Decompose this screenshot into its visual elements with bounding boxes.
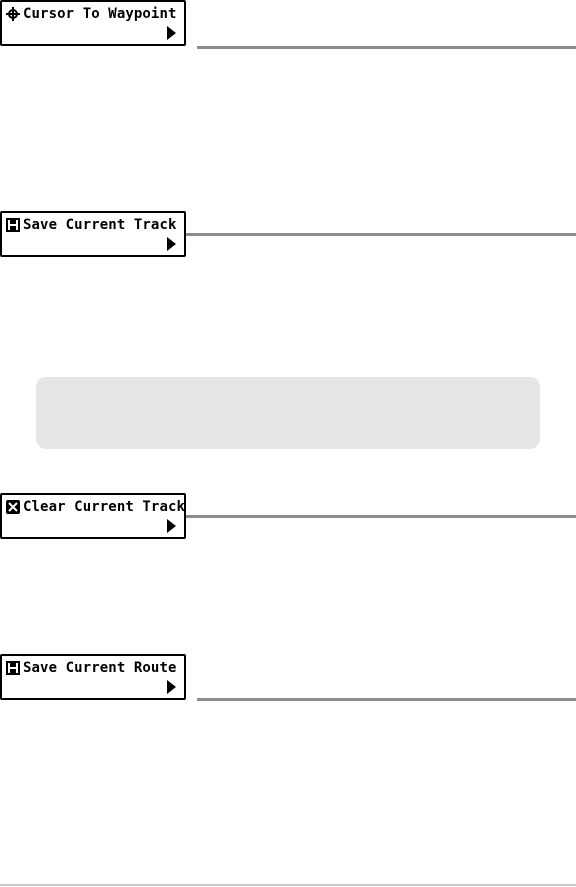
section-rule: [197, 46, 576, 49]
menu-clear-current-track[interactable]: Clear Current Track: [0, 493, 186, 539]
save-icon: [6, 661, 20, 675]
menu-save-current-route[interactable]: Save Current Route: [0, 654, 186, 700]
save-icon: [6, 218, 20, 232]
crosshair-icon: [6, 7, 20, 21]
menu-save-current-track[interactable]: Save Current Track: [0, 211, 186, 257]
menu-cursor-to-waypoint[interactable]: Cursor To Waypoint: [0, 0, 186, 46]
submenu-arrow-icon: [167, 519, 176, 533]
clear-icon: [6, 500, 20, 514]
menu-label-clear-current-track: Clear Current Track: [23, 499, 186, 515]
section-rule: [197, 698, 576, 701]
submenu-arrow-icon: [167, 237, 176, 251]
menu-label-save-current-route: Save Current Route: [23, 660, 177, 676]
menu-label-save-current-track: Save Current Track: [23, 217, 177, 233]
footer-rule: [0, 884, 576, 886]
section-rule: [186, 515, 576, 518]
submenu-arrow-icon: [167, 26, 176, 40]
submenu-arrow-icon: [167, 680, 176, 694]
section-rule: [186, 233, 576, 236]
note-box: [36, 377, 540, 449]
menu-label-cursor-to-waypoint: Cursor To Waypoint: [23, 6, 177, 22]
